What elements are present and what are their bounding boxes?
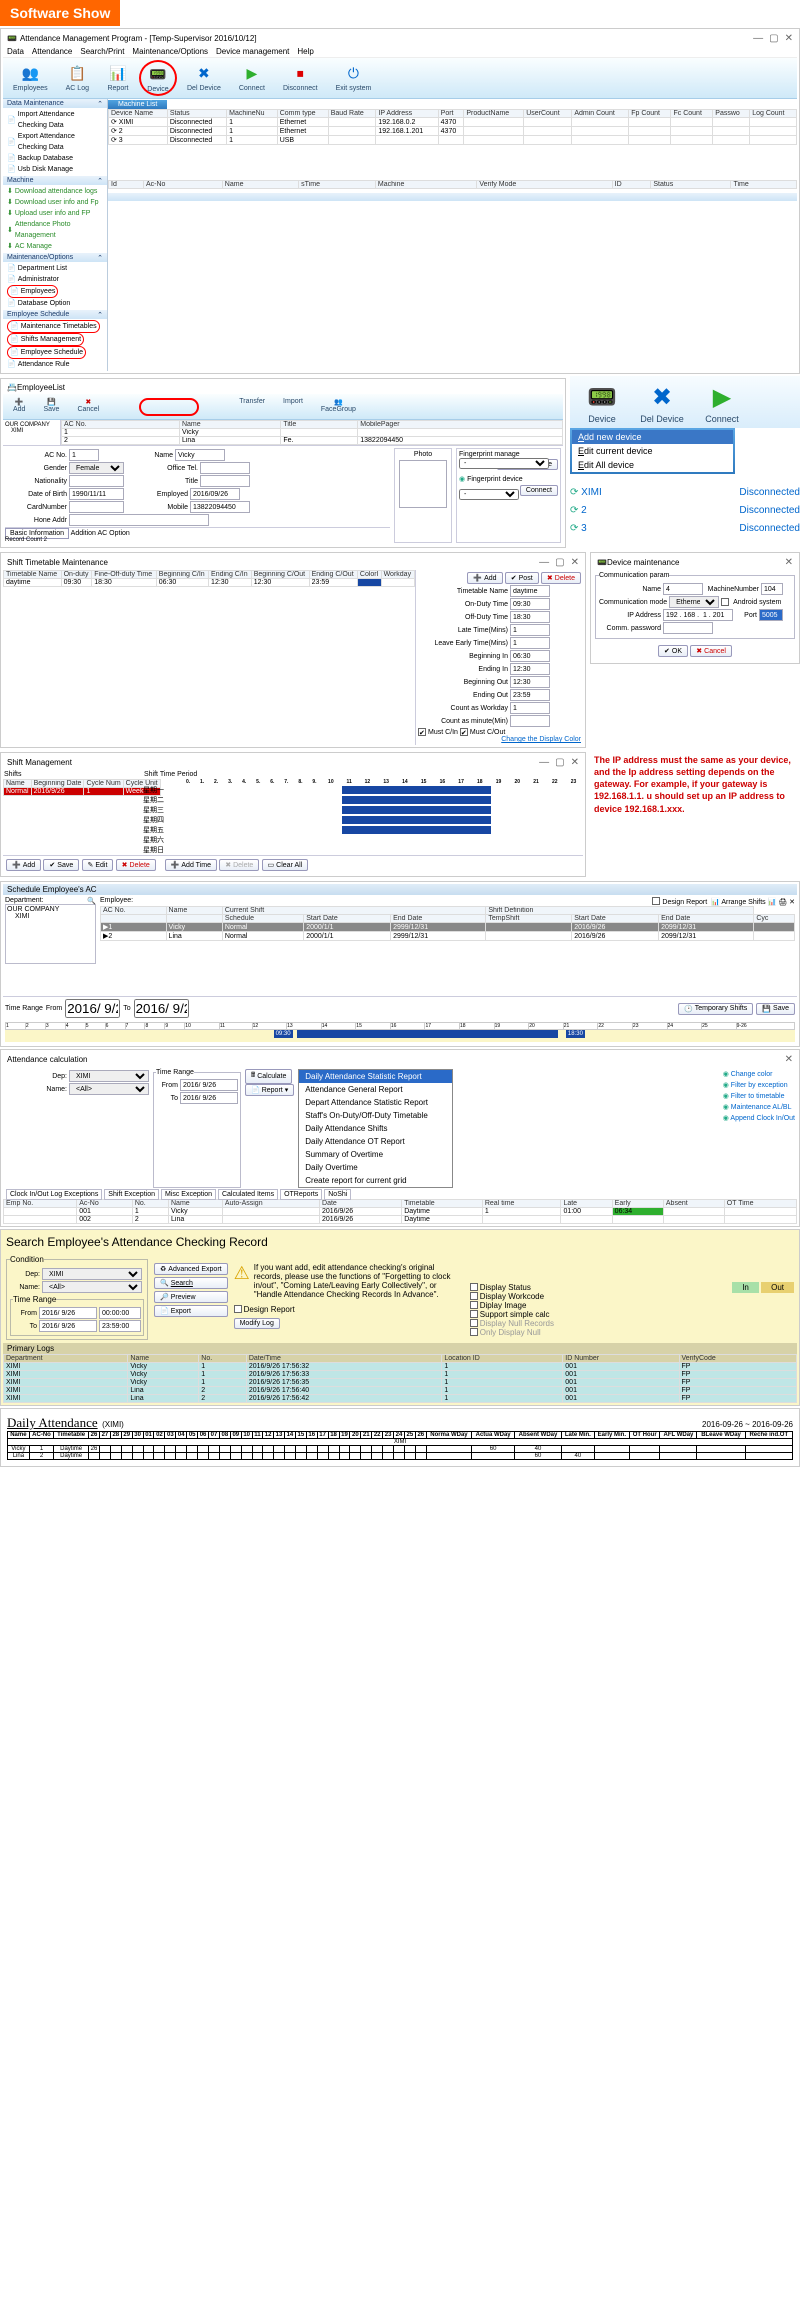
menubar[interactable]: Data Attendance Search/Print Maintenance/Op… xyxy=(3,46,797,58)
sidebar-import-attendance-checking-data[interactable]: 📄Import Attendance Checking Data xyxy=(7,109,103,131)
sidebar-export-attendance-checking-data[interactable]: 📄Export Attendance Checking Data xyxy=(7,131,103,153)
report-4[interactable]: Daily Attendance Shifts xyxy=(299,1122,452,1135)
menu-edit-all-device[interactable]: Edit All device xyxy=(572,458,733,472)
machine-grid[interactable]: Device NameStatusMachineNuComm typeBaud … xyxy=(108,109,797,145)
acno-field[interactable] xyxy=(69,449,99,461)
search-window: Search Employee's Attendance Checking Re… xyxy=(0,1229,800,1406)
report-6[interactable]: Summary of Overtime xyxy=(299,1148,452,1161)
search-grid[interactable]: DepartmentNameNo.Date/TimeLocation IDID … xyxy=(3,1354,797,1403)
cancel-button[interactable]: ✖Cancel xyxy=(69,396,107,417)
add-button[interactable]: ➕Add xyxy=(5,396,33,417)
cancel-button[interactable]: ✖ Cancel xyxy=(690,645,732,657)
sidebar-shifts-management[interactable]: 📄Shifts Management xyxy=(7,333,84,346)
app-icon: 📟 xyxy=(7,34,17,43)
report-0[interactable]: Daily Attendance Statistic Report xyxy=(299,1070,452,1083)
titlebar: 📟 Attendance Management Program - [Temp-… xyxy=(3,31,797,46)
sidebar-employee-schedule[interactable]: 📄Employee Schedule xyxy=(7,346,86,359)
add-button[interactable]: ➕ Add xyxy=(467,572,502,584)
report-menu[interactable]: Daily Attendance Statistic ReportAttenda… xyxy=(298,1069,453,1188)
sidebar-administrator[interactable]: 📄Administrator xyxy=(7,274,103,285)
sidebar-download-attendance-logs[interactable]: ⬇Download attendance logs xyxy=(7,186,103,197)
daily-table: NameAC-NoTimetable2627282930010203040506… xyxy=(7,1431,793,1460)
report-1[interactable]: Attendance General Report xyxy=(299,1083,452,1096)
sidebar-attendance-rule[interactable]: 📄Attendance Rule xyxy=(7,359,103,370)
machine-list-tab[interactable]: Machine List xyxy=(108,100,167,109)
sidebar-attendance-photo-management[interactable]: ⬇Attendance Photo Management xyxy=(7,219,103,241)
employees-button[interactable]: 👥Employees xyxy=(5,60,56,96)
name-field[interactable] xyxy=(175,449,225,461)
shift-timetable-window: Shift Timetable Maintenance—▢✕ Timetable… xyxy=(0,552,586,748)
main-window: 📟 Attendance Management Program - [Temp-… xyxy=(0,28,800,374)
post-button[interactable]: ✔ Post xyxy=(505,572,539,584)
window-title: Attendance Management Program - [Temp-Su… xyxy=(20,34,257,43)
calculate-button[interactable]: 🖩 Calculate xyxy=(245,1069,292,1084)
delete-button[interactable]: ✖ Delete xyxy=(541,572,581,584)
employee-list-window: 📇EmployeeList ➕Add 💾Save ✖Cancel Transfe… xyxy=(0,378,566,548)
main-toolbar: 👥Employees📋AC Log📊Report📟Device✖Del Devi… xyxy=(3,58,797,99)
daily-report: Daily Attendance (XIMI) 2016-09-26 ~ 201… xyxy=(0,1408,800,1467)
calc-grid[interactable]: Emp No.Ac-NoNo.NameAuto-AssignDateTimeta… xyxy=(3,1199,797,1224)
device-maint-window: 📟 Device maintenance✕ Communication para… xyxy=(590,552,800,664)
menu-Search/Print[interactable]: Search/Print xyxy=(80,47,124,56)
exit-system-button[interactable]: ⏻Exit system xyxy=(328,60,380,96)
device-button[interactable]: 📟Device xyxy=(574,380,630,424)
sidebar-usb-disk-manage[interactable]: 📄Usb Disk Manage xyxy=(7,164,103,175)
report-3[interactable]: Staff's On-Duty/Off-Duty Timetable xyxy=(299,1109,452,1122)
search-button[interactable]: 🔍 Search xyxy=(154,1277,228,1289)
ip-note: The IP address must the same as your dev… xyxy=(590,750,800,879)
sidebar-employees[interactable]: 📄Employees xyxy=(7,285,58,298)
employee-grid[interactable]: AC No.NameTitleMobilePager1Vicky2LinaFe.… xyxy=(61,420,563,445)
sidebar-maintenance-timetables[interactable]: 📄Maintenance Timetables xyxy=(7,320,100,333)
ac-log-button[interactable]: 📋AC Log xyxy=(58,60,97,96)
report-8[interactable]: Create report for current grid xyxy=(299,1174,452,1187)
gender-select[interactable]: Female xyxy=(69,462,124,474)
ok-button[interactable]: ✔ OK xyxy=(658,645,688,657)
banner: Software Show xyxy=(0,0,120,26)
menu-Help[interactable]: Help xyxy=(297,47,313,56)
facegroup-button[interactable]: 👥FaceGroup xyxy=(313,396,364,417)
save-button[interactable]: 💾Save xyxy=(35,396,67,417)
menu-Maintenance/Options[interactable]: Maintenance/Options xyxy=(132,47,208,56)
sidebar-ac-manage[interactable]: ⬇AC Manage xyxy=(7,241,103,252)
schedule-ac-window: Schedule Employee's AC Department: 🔍 OUR… xyxy=(0,881,800,1047)
sidebar-database-option[interactable]: 📄Database Option xyxy=(7,298,103,309)
sidebar-download-user-info-and-fp[interactable]: ⬇Download user info and Fp xyxy=(7,197,103,208)
device-dropdown-menu[interactable]: Add new deviceEdit current deviceEdit Al… xyxy=(570,428,735,474)
menu-Device management[interactable]: Device management xyxy=(216,47,289,56)
sidebar-department-list[interactable]: 📄Department List xyxy=(7,263,103,274)
report-2[interactable]: Depart Attendance Statistic Report xyxy=(299,1096,452,1109)
device-button[interactable]: 📟Device xyxy=(139,60,177,96)
schedule-grid[interactable]: AC No.NameCurrent ShiftShift DefinitionS… xyxy=(100,906,795,941)
sidebar-upload-user-info-and-fp[interactable]: ⬇Upload user info and FP xyxy=(7,208,103,219)
window-controls[interactable]: —▢✕ xyxy=(753,33,793,44)
menu-add-new-device[interactable]: Add new device xyxy=(572,430,733,444)
shift-mgmt-window: Shift Management—▢✕ Shifts NameBeginning… xyxy=(0,752,586,877)
report-7[interactable]: Daily Overtime xyxy=(299,1161,452,1174)
calc-window: Attendance calculation✕ Dep:XIMI Name:<A… xyxy=(0,1049,800,1227)
change-color-link[interactable]: Change the Display Color xyxy=(418,736,581,743)
del-device-button[interactable]: ✖Del Device xyxy=(634,380,690,424)
connect-button[interactable]: ▶Connect xyxy=(231,60,273,96)
menu-Attendance[interactable]: Attendance xyxy=(32,47,72,56)
sidebar-backup-database[interactable]: 📄Backup Database xyxy=(7,153,103,164)
menu-edit-current-device[interactable]: Edit current device xyxy=(572,444,733,458)
device-zoom-panel: 📟Device✖Del Device▶Connect Add new devic… xyxy=(570,376,800,550)
menu-Data[interactable]: Data xyxy=(7,47,24,56)
report-button[interactable]: 📊Report xyxy=(99,60,137,96)
report-button[interactable]: 📄 Report ▾ xyxy=(245,1084,294,1096)
sidebar[interactable]: Data Maintenance ⌃📄Import Attendance Che… xyxy=(3,99,108,371)
disconnect-button[interactable]: ⏹Disconnect xyxy=(275,60,326,96)
connect-button[interactable]: ▶Connect xyxy=(694,380,750,424)
del-device-button[interactable]: ✖Del Device xyxy=(179,60,229,96)
report-5[interactable]: Daily Attendance OT Report xyxy=(299,1135,452,1148)
lower-grid[interactable]: IdAc-NoNamesTimeMachineVerify ModeIDStat… xyxy=(108,180,797,189)
